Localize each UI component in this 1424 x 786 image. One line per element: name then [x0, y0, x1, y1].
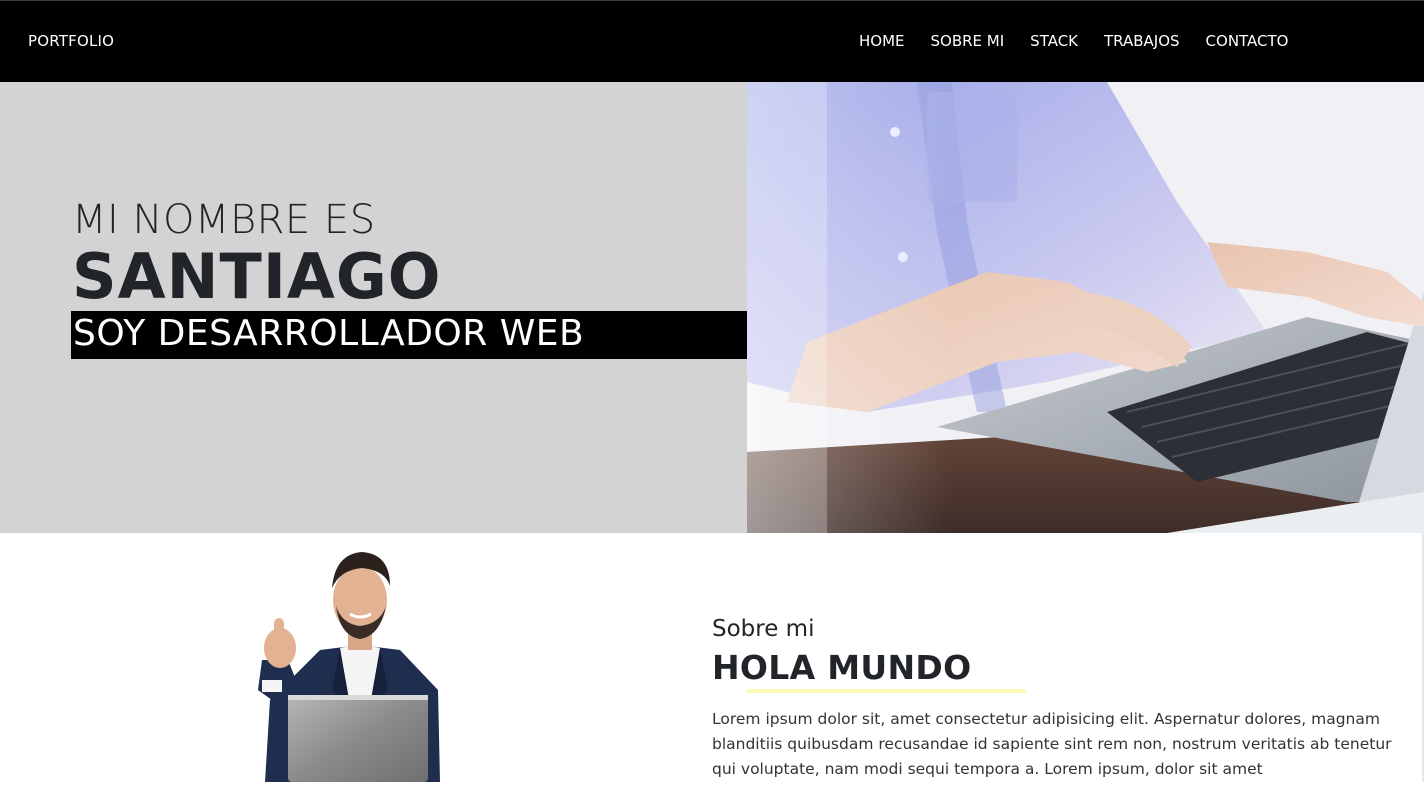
- navbar: PORTFOLIO HOME SOBRE MI STACK TRABAJOS C…: [0, 0, 1424, 82]
- nav-link-stack[interactable]: STACK: [1030, 32, 1078, 50]
- laptop-typing-illustration: [747, 82, 1424, 533]
- profile-photo: [240, 540, 460, 782]
- nav-link-trabajos[interactable]: TRABAJOS: [1104, 32, 1180, 50]
- nav-link-sobre-mi[interactable]: SOBRE MI: [931, 32, 1005, 50]
- nav-link-contacto[interactable]: CONTACTO: [1206, 32, 1289, 50]
- hero-section: MI NOMBRE ES SANTIAGO SOY DESARROLLADOR …: [0, 82, 747, 533]
- nav-link-home[interactable]: HOME: [859, 32, 905, 50]
- hero-role-banner: SOY DESARROLLADOR WEB: [71, 311, 747, 359]
- hero-role-text: SOY DESARROLLADOR WEB: [73, 313, 585, 354]
- nav-links: HOME SOBRE MI STACK TRABAJOS CONTACTO: [859, 32, 1315, 50]
- man-with-laptop-illustration: [258, 552, 440, 782]
- brand-link[interactable]: PORTFOLIO: [28, 32, 114, 50]
- about-title: HOLA MUNDO: [712, 648, 972, 687]
- hero-intro-text: MI NOMBRE ES: [72, 197, 376, 243]
- about-kicker: Sobre mi: [712, 616, 815, 642]
- about-title-underline: [746, 689, 1026, 693]
- hero-image: [747, 82, 1424, 533]
- about-body-text: Lorem ipsum dolor sit, amet consectetur …: [712, 710, 1392, 778]
- hero-name: SANTIAGO: [72, 240, 442, 313]
